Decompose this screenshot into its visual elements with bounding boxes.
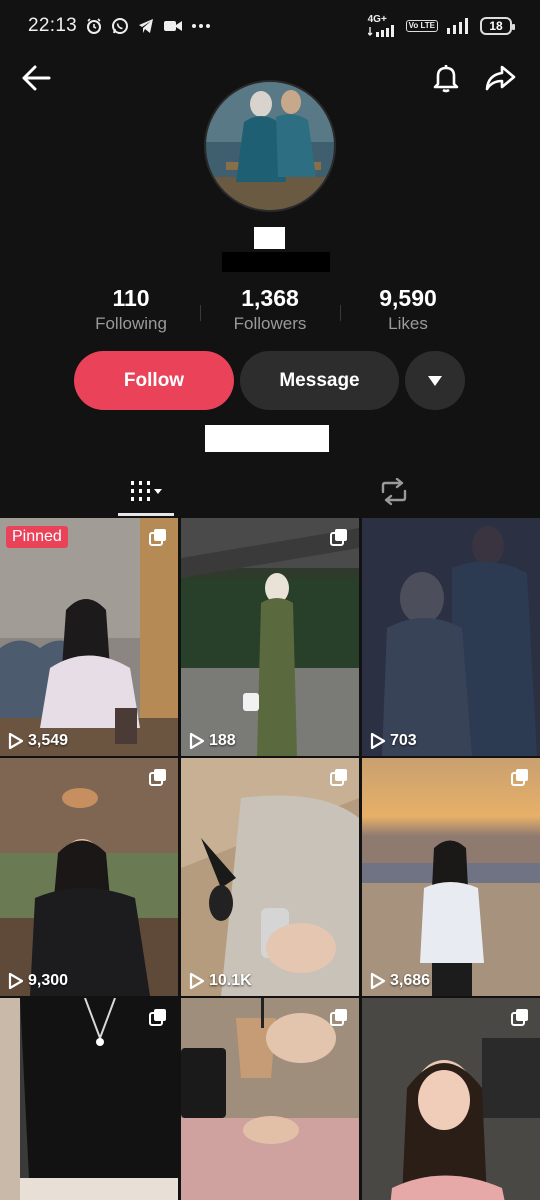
status-bar: 22:13 4G+ Vo LTE 18 [0, 0, 540, 52]
redacted-bio [205, 425, 329, 452]
network-type: 4G+ [367, 14, 398, 37]
video-tile[interactable]: Pinned 3,549 [0, 518, 178, 756]
play-icon [370, 732, 386, 750]
share-button[interactable] [480, 58, 520, 98]
view-count: 3,549 [8, 732, 68, 750]
profile-stats: 110 Following 1,368 Followers 9,590 Like… [0, 285, 540, 345]
back-arrow-icon [22, 65, 51, 91]
likes-count: 9,590 [379, 285, 437, 311]
play-icon [189, 972, 205, 990]
video-thumbnail [181, 758, 359, 996]
photo-carousel-icon [148, 1008, 168, 1033]
redacted-username [254, 227, 285, 249]
video-thumbnail [362, 758, 540, 996]
telegram-icon [137, 17, 155, 35]
photo-carousel-icon [329, 1008, 349, 1033]
pinned-badge: Pinned [6, 526, 68, 548]
status-left: 22:13 [28, 15, 211, 37]
following-stat[interactable]: 110 Following [61, 285, 201, 334]
more-notifications-icon [191, 23, 211, 29]
back-button[interactable] [16, 58, 56, 98]
following-label: Following [95, 314, 167, 333]
following-count: 110 [112, 285, 150, 311]
video-tile[interactable]: 10.1K [181, 758, 359, 996]
followers-count: 1,368 [241, 285, 299, 311]
network-label: 4G+ [367, 14, 387, 25]
video-thumbnail [0, 518, 178, 756]
video-tile[interactable]: 3,686 [362, 758, 540, 996]
suggested-accounts-button[interactable] [405, 351, 465, 410]
likes-stat[interactable]: 9,590 Likes [338, 285, 478, 334]
likes-label: Likes [388, 314, 428, 333]
view-count-text: 10.1K [209, 972, 252, 989]
play-icon [8, 732, 24, 750]
view-count: 188 [189, 732, 236, 750]
tab-reposts[interactable] [366, 468, 422, 516]
battery-indicator: 18 [480, 17, 515, 35]
volte-label: Vo LTE [405, 20, 438, 32]
video-tile[interactable] [181, 998, 359, 1200]
video-tile[interactable]: 188 [181, 518, 359, 756]
caret-down-icon [428, 375, 442, 386]
view-count-text: 3,686 [390, 972, 431, 989]
video-grid-icon [131, 481, 162, 501]
bell-icon [433, 65, 459, 93]
photo-carousel-icon [329, 528, 349, 553]
profile-tabs [0, 468, 540, 516]
view-count: 9,300 [8, 972, 68, 990]
play-icon [189, 732, 205, 750]
play-icon [370, 972, 386, 990]
view-count: 10.1K [189, 972, 252, 990]
view-count-text: 188 [209, 732, 236, 749]
share-arrow-icon [485, 65, 516, 91]
video-camera-icon [163, 18, 183, 34]
volte-icon: Vo LTE [405, 20, 438, 32]
message-button[interactable]: Message [240, 351, 399, 410]
avatar-photo [206, 82, 334, 210]
video-tile[interactable] [0, 998, 178, 1200]
followers-stat[interactable]: 1,368 Followers [200, 285, 340, 334]
view-count-text: 9,300 [28, 972, 69, 989]
video-thumbnail [362, 518, 540, 756]
profile-avatar[interactable] [204, 80, 336, 212]
video-grid: Pinned 3,549 188 703 9,300 10.1K 3,686 [0, 518, 540, 1200]
photo-carousel-icon [148, 768, 168, 793]
video-tile[interactable]: 703 [362, 518, 540, 756]
photo-carousel-icon [510, 768, 530, 793]
photo-carousel-icon [510, 1008, 530, 1033]
status-time: 22:13 [28, 15, 78, 36]
status-right: 4G+ Vo LTE 18 [367, 14, 515, 37]
view-count: 3,686 [370, 972, 430, 990]
followers-label: Followers [233, 314, 307, 333]
video-tile[interactable]: 9,300 [0, 758, 178, 996]
signal-icon [446, 18, 472, 34]
tab-videos[interactable] [118, 468, 174, 516]
view-count-text: 703 [390, 732, 417, 749]
alarm-icon [85, 17, 103, 35]
video-thumbnail [181, 518, 359, 756]
redacted-nickname [222, 252, 330, 272]
repost-icon [381, 478, 407, 506]
video-thumbnail [0, 758, 178, 996]
photo-carousel-icon [148, 528, 168, 553]
video-tile[interactable] [362, 998, 540, 1200]
view-count: 703 [370, 732, 417, 750]
photo-carousel-icon [329, 768, 349, 793]
whatsapp-icon [111, 17, 129, 35]
active-tab-indicator [118, 513, 174, 516]
view-count-text: 3,549 [28, 732, 69, 749]
notification-bell-button[interactable] [426, 58, 466, 98]
play-icon [8, 972, 24, 990]
follow-button[interactable]: Follow [74, 351, 234, 410]
